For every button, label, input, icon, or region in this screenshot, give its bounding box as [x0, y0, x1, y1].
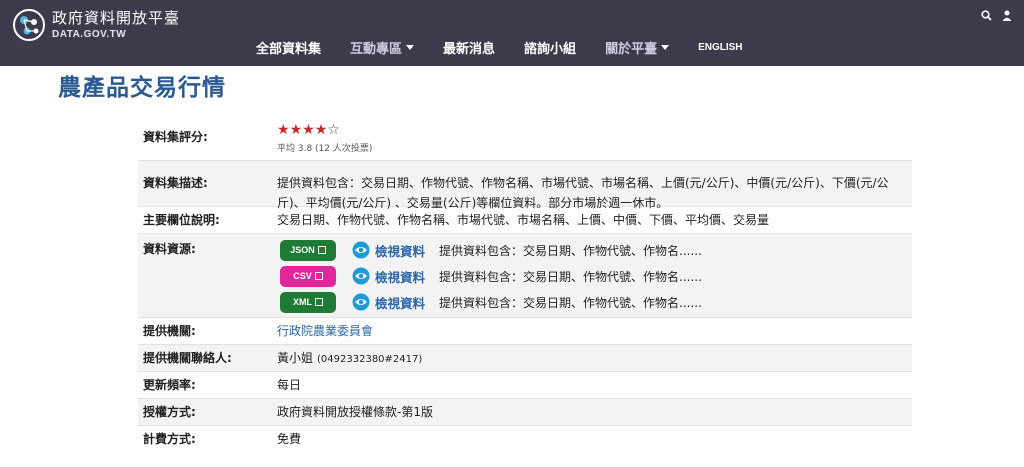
- fields-text: 交易日期、作物代號、作物名稱、市場代號、市場名稱、上價、中價、下價、平均價、交易…: [277, 213, 770, 227]
- license-value: 政府資料開放授權條款-第1版: [277, 405, 433, 419]
- star-icon[interactable]: ★: [315, 122, 328, 138]
- resource-item-xml: XML 檢視資料 提供資料包含：交易日期、作物代號、作物名......: [277, 289, 912, 315]
- nav-about[interactable]: 關於平臺: [605, 38, 670, 57]
- rating-summary: 平均 3.8 (12 人次投票): [277, 144, 373, 154]
- eye-icon: [352, 241, 370, 259]
- star-icon[interactable]: ★: [290, 122, 303, 138]
- view-data-link[interactable]: 檢視資料: [352, 293, 425, 312]
- star-icon[interactable]: ★: [302, 122, 315, 138]
- provider-label: 提供機關:: [143, 324, 196, 338]
- contact-row: 提供機關聯絡人: 黃小姐 (0492332380#2417): [138, 344, 912, 371]
- contact-name: 黃小姐: [277, 351, 314, 365]
- user-icon[interactable]: [1002, 6, 1012, 25]
- fee-row: 計費方式: 免費: [138, 425, 912, 452]
- json-download-button[interactable]: JSON: [280, 239, 336, 261]
- page-title: 農產品交易行情: [58, 75, 226, 101]
- main-nav: 全部資料集 互動專區 最新消息 諮詢小組 關於平臺 ENGLISH: [256, 38, 772, 57]
- site-header: 政府資料開放平臺 DATA.GOV.TW 全部資料集 互動專區 最新消息 諮詢小…: [0, 0, 1024, 66]
- description-row: 資料集描述: 提供資料包含：交易日期、作物代號、作物名稱、市場代號、市場名稱、上…: [138, 160, 912, 210]
- star-icon[interactable]: ★: [277, 122, 290, 138]
- resource-item-csv: CSV 檢視資料 提供資料包含：交易日期、作物代號、作物名......: [277, 263, 912, 289]
- logo-icon: [13, 9, 45, 41]
- provider-row: 提供機關: 行政院農業委員會: [138, 317, 912, 344]
- xml-download-button[interactable]: XML: [280, 291, 336, 313]
- csv-download-button[interactable]: CSV: [280, 265, 336, 287]
- license-row: 授權方式: 政府資料開放授權條款-第1版: [138, 398, 912, 425]
- description-text: 提供資料包含：交易日期、作物代號、作物名稱、市場代號、市場名稱、上價(元/公斤)…: [277, 176, 889, 210]
- contact-phone: (0492332380#2417): [317, 354, 423, 365]
- chevron-down-icon: [406, 45, 415, 50]
- dataset-info-table: 資料集評分: ★★★★☆ 平均 3.8 (12 人次投票) 資料集描述: 提供資…: [138, 116, 912, 452]
- nav-interactive[interactable]: 互動專區: [350, 38, 415, 57]
- resource-description: 提供資料包含：交易日期、作物代號、作物名......: [439, 243, 702, 258]
- frequency-label: 更新頻率:: [143, 378, 196, 392]
- fee-label: 計費方式:: [143, 432, 196, 446]
- rating-row: 資料集評分: ★★★★☆ 平均 3.8 (12 人次投票): [138, 116, 912, 160]
- site-name: 政府資料開放平臺: [52, 8, 181, 27]
- external-link-icon: [317, 246, 326, 254]
- view-data-link[interactable]: 檢視資料: [352, 267, 425, 286]
- fields-label: 主要欄位說明:: [143, 213, 220, 227]
- contact-label: 提供機關聯絡人:: [143, 351, 232, 365]
- frequency-value: 每日: [277, 378, 302, 392]
- external-link-icon: [314, 272, 323, 280]
- external-link-icon: [315, 298, 323, 306]
- nav-all-datasets[interactable]: 全部資料集: [256, 38, 321, 57]
- nav-news[interactable]: 最新消息: [443, 38, 495, 57]
- nav-english[interactable]: ENGLISH: [698, 42, 742, 53]
- site-domain: DATA.GOV.TW: [52, 28, 127, 40]
- resource-description: 提供資料包含：交易日期、作物代號、作物名......: [439, 295, 702, 310]
- rating-label: 資料集評分:: [143, 130, 208, 144]
- nav-advisory[interactable]: 諮詢小組: [524, 38, 576, 57]
- eye-icon: [352, 267, 370, 285]
- license-label: 授權方式:: [143, 405, 196, 419]
- search-icon[interactable]: [981, 6, 992, 25]
- star-rating[interactable]: ★★★★☆: [277, 122, 912, 138]
- resources-row: 資料資源: JSON 檢視資料 提供資料包含：交易日期、作物代號、作物名....…: [138, 233, 912, 317]
- star-empty-icon[interactable]: ☆: [327, 122, 340, 138]
- resource-description: 提供資料包含：交易日期、作物代號、作物名......: [439, 269, 702, 284]
- fee-value: 免費: [277, 432, 302, 446]
- provider-link[interactable]: 行政院農業委員會: [277, 324, 373, 338]
- chevron-down-icon: [661, 45, 670, 50]
- eye-icon: [352, 293, 370, 311]
- fields-row: 主要欄位說明: 交易日期、作物代號、作物名稱、市場代號、市場名稱、上價、中價、下…: [138, 206, 912, 233]
- view-data-link[interactable]: 檢視資料: [352, 241, 425, 260]
- site-logo[interactable]: 政府資料開放平臺 DATA.GOV.TW: [12, 8, 180, 42]
- resources-label: 資料資源:: [143, 242, 196, 256]
- resource-item-json: JSON 檢視資料 提供資料包含：交易日期、作物代號、作物名......: [277, 237, 912, 263]
- frequency-row: 更新頻率: 每日: [138, 371, 912, 398]
- description-label: 資料集描述:: [143, 176, 208, 190]
